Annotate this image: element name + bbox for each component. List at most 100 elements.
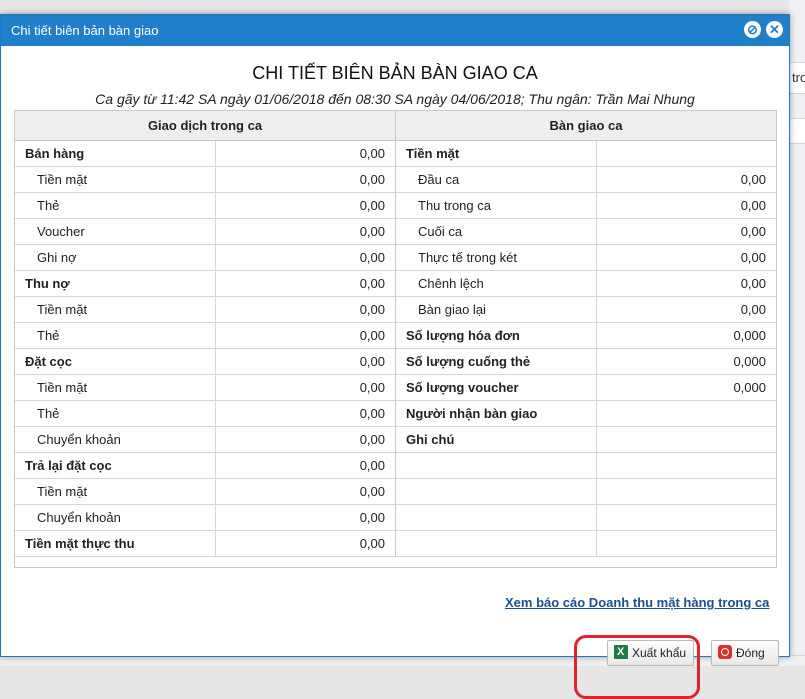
table-row: Ghi chú [396,427,776,453]
table-row [396,531,776,557]
row-value: 0,00 [596,219,776,244]
row-label: Chênh lệch [418,276,484,291]
row-label: Chuyển khoản [37,432,121,447]
revenue-report-link[interactable]: Xem báo cáo Doanh thu mặt hàng trong ca [505,595,769,610]
handover-detail-dialog: Chi tiết biên bản bàn giao ⊘ ✕ CHI TIẾT … [0,14,790,699]
row-value [596,505,776,530]
row-value: 0,00 [215,271,395,296]
table-row: Người nhận bàn giao [396,401,776,427]
table-row: Số lượng voucher 0,000 [396,375,776,401]
table-row: Chênh lệch 0,00 [396,271,776,297]
table-row [396,479,776,505]
row-value: 0,00 [215,297,395,322]
row-label: Thực tế trong két [418,250,518,265]
background-text: tro [792,70,805,85]
table-row: Số lượng hóa đơn 0,000 [396,323,776,349]
row-label: Số lượng cuống thẻ [406,354,531,369]
table-row: Thu nợ 0,00 [15,271,395,297]
table-row: Thẻ 0,00 [15,193,395,219]
row-value: 0,00 [215,427,395,452]
report-grid: Giao dịch trong ca Bán hàng 0,00 Tiền mặt 0… [14,110,777,568]
row-value: 0,000 [596,375,776,400]
row-label: Ghi nợ [37,250,77,265]
table-row [396,453,776,479]
row-label: Voucher [37,224,85,239]
row-value [596,453,776,478]
table-row: Tiền mặt 0,00 [15,167,395,193]
row-value: 0,00 [215,401,395,426]
row-label: Tiền mặt [37,172,88,187]
row-label: Trả lại đặt cọc [25,458,112,473]
table-row: Bán hàng 0,00 [15,141,395,167]
row-label: Thu trong ca [418,198,491,213]
report-title: CHI TIẾT BIÊN BẢN BÀN GIAO CA [252,63,538,83]
table-row: Cuối ca 0,00 [396,219,776,245]
column-header: Bàn giao ca [396,111,776,141]
table-row: Thẻ 0,00 [15,323,395,349]
table-row: Tiền mặt thực thu 0,00 [15,531,395,557]
table-row: Ghi nợ 0,00 [15,245,395,271]
highlight-annotation [574,635,700,699]
row-value [596,401,776,426]
row-value: 0,00 [215,453,395,478]
row-label: Tiền mặt [37,484,88,499]
row-value: 0,00 [596,297,776,322]
background-panel: tro [789,0,805,665]
row-value [596,427,776,452]
table-row: Đặt cọc 0,00 [15,349,395,375]
table-row: Bàn giao lại 0,00 [396,297,776,323]
table-row [396,505,776,531]
row-label: Tiền mặt [37,380,88,395]
close-button[interactable]: Đóng [711,640,779,666]
table-row: Chuyển khoản 0,00 [15,505,395,531]
table-row: Tiền mặt 0,00 [15,479,395,505]
row-label: Thu nợ [25,276,70,291]
row-label: Tiền mặt thực thu [25,536,135,551]
row-value: 0,00 [215,141,395,166]
column-header: Giao dịch trong ca [15,111,395,141]
row-value: 0,000 [596,349,776,374]
close-icon[interactable]: ✕ [766,21,783,38]
row-value [596,479,776,504]
row-value: 0,00 [215,167,395,192]
row-value: 0,00 [596,167,776,192]
table-row: Tiền mặt 0,00 [15,297,395,323]
table-row: Voucher 0,00 [15,219,395,245]
row-value: 0,00 [215,531,395,556]
row-label: Bàn giao lại [418,302,486,317]
row-value: 0,00 [215,349,395,374]
row-value: 0,000 [596,323,776,348]
row-value: 0,00 [215,193,395,218]
table-row: Tiền mặt 0,00 [15,375,395,401]
row-label: Số lượng voucher [406,380,519,395]
row-value: 0,00 [215,505,395,530]
row-label: Chuyển khoản [37,510,121,525]
table-row: Số lượng cuống thẻ 0,000 [396,349,776,375]
row-value: 0,00 [596,193,776,218]
row-label: Thẻ [37,328,60,343]
table-row: Trả lại đặt cọc 0,00 [15,453,395,479]
row-label: Tiền mặt [406,146,460,161]
row-label: Cuối ca [418,224,463,239]
table-row: Thực tế trong két 0,00 [396,245,776,271]
table-row: Thu trong ca 0,00 [396,193,776,219]
dialog-content: CHI TIẾT BIÊN BẢN BÀN GIAO CA Ca gãy từ … [1,46,789,699]
row-value: 0,00 [596,245,776,270]
row-value: 0,00 [215,219,395,244]
minimize-icon[interactable]: ⊘ [744,21,761,38]
right-column: Bàn giao ca Tiền mặt Đầu ca 0,00 Thu trong … [396,111,776,557]
row-label: Số lượng hóa đơn [406,328,520,343]
row-value [596,141,776,166]
row-label: Ghi chú [406,432,455,447]
row-label: Thẻ [37,198,60,213]
row-value: 0,00 [215,375,395,400]
row-value: 0,00 [215,245,395,270]
table-row: Chuyển khoản 0,00 [15,427,395,453]
background-strip [789,118,805,144]
power-icon [718,645,732,659]
dialog-titlebar: Chi tiết biên bản bàn giao ⊘ ✕ [1,15,789,46]
left-column: Giao dịch trong ca Bán hàng 0,00 Tiền mặt 0… [15,111,396,557]
report-subtitle: Ca gãy từ 11:42 SA ngày 01/06/2018 đến 0… [95,91,695,107]
dialog-title: Chi tiết biên bản bàn giao [11,23,159,38]
row-value: 0,00 [215,323,395,348]
